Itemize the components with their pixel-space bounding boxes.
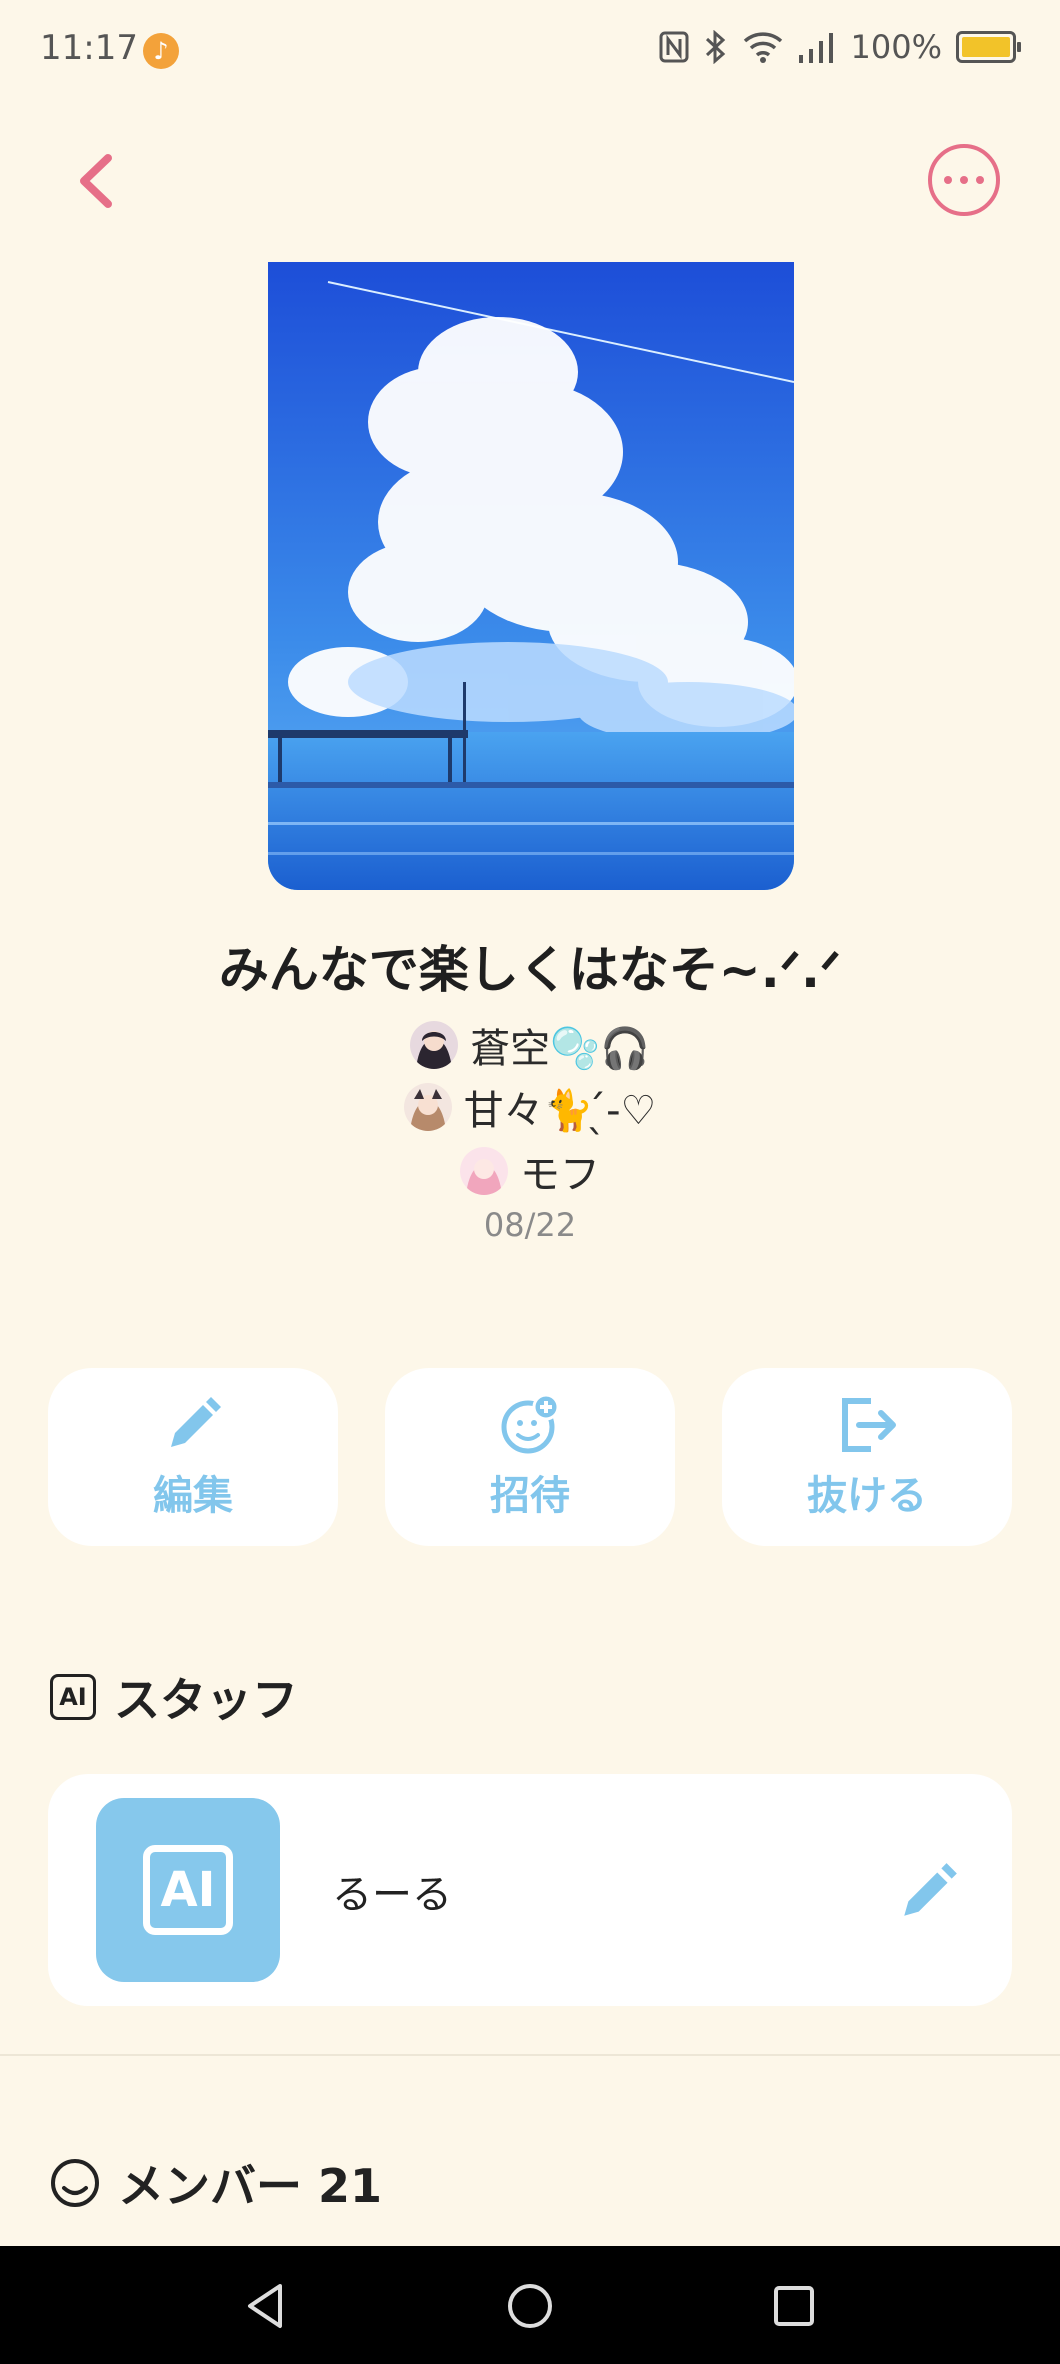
chat-date: 08/22 (483, 1206, 577, 1244)
pencil-icon (171, 1397, 221, 1447)
edit-label: 編集 (153, 1473, 233, 1519)
chevron-left-icon[interactable] (66, 146, 126, 216)
pencil-icon[interactable] (896, 1858, 962, 1924)
leave-label: 抜ける (807, 1473, 927, 1519)
bluetooth-icon (705, 30, 725, 64)
nav-back-icon[interactable] (236, 2276, 296, 2336)
member-preview[interactable]: 蒼空🫧🎧 (0, 1016, 1060, 1074)
invite-button[interactable]: 招待 (385, 1368, 675, 1546)
member-preview[interactable]: モフ (0, 1142, 1060, 1200)
invite-label: 招待 (490, 1473, 570, 1519)
member-name: 甘々🐈 ̖́-♡ (463, 1088, 657, 1134)
staff-item[interactable]: AI るーる (48, 1774, 1012, 2006)
chat-title: みんなで楽しくはなそ~.ᐟ.ᐟ (218, 941, 842, 999)
action-buttons: 編集 招待 抜ける (48, 1368, 1012, 1546)
avatar (410, 1021, 459, 1069)
status-bar: 11:17 ♪ 100% (0, 0, 1060, 100)
wifi-icon (743, 32, 782, 63)
avatar (460, 1147, 508, 1195)
member-name: 蒼空🫧🎧 (470, 1026, 650, 1072)
staff-name: るーる (332, 1872, 452, 1918)
ai-avatar-icon: AI (96, 1798, 280, 1982)
battery-charging-icon (956, 31, 1021, 63)
invite-smile-icon (501, 1393, 560, 1454)
system-nav-bar (0, 2246, 1060, 2364)
chat-cover-image (268, 262, 794, 890)
status-time: 11:17 (40, 28, 138, 68)
avatar (403, 1083, 452, 1131)
members-section-heading[interactable]: メンバー 21 (50, 2150, 382, 2216)
signal-icon (798, 33, 833, 63)
members-heading: メンバー 21 (118, 2159, 383, 2213)
member-preview[interactable]: 甘々🐈 ̖́-♡ (0, 1078, 1060, 1136)
divider (0, 2054, 1060, 2056)
exit-icon (842, 1398, 896, 1452)
leave-button[interactable]: 抜ける (722, 1368, 1012, 1546)
nav-recents-icon[interactable] (764, 2276, 824, 2336)
ai-tile-text: AI (143, 1845, 233, 1935)
smile-icon (51, 2159, 99, 2207)
more-dots-icon[interactable] (928, 144, 1000, 216)
nfc-icon (659, 31, 689, 63)
nav-home-icon[interactable] (500, 2276, 560, 2336)
edit-button[interactable]: 編集 (48, 1368, 338, 1546)
battery-percent: 100% (850, 28, 942, 66)
member-name: モフ (520, 1152, 600, 1198)
music-icon: ♪ (143, 33, 179, 69)
staff-section-heading: AI スタッフ (50, 1664, 298, 1730)
staff-heading: スタッフ (114, 1673, 298, 1727)
ai-badge-icon: AI (50, 1674, 96, 1720)
status-icons: 100% (659, 28, 1021, 66)
